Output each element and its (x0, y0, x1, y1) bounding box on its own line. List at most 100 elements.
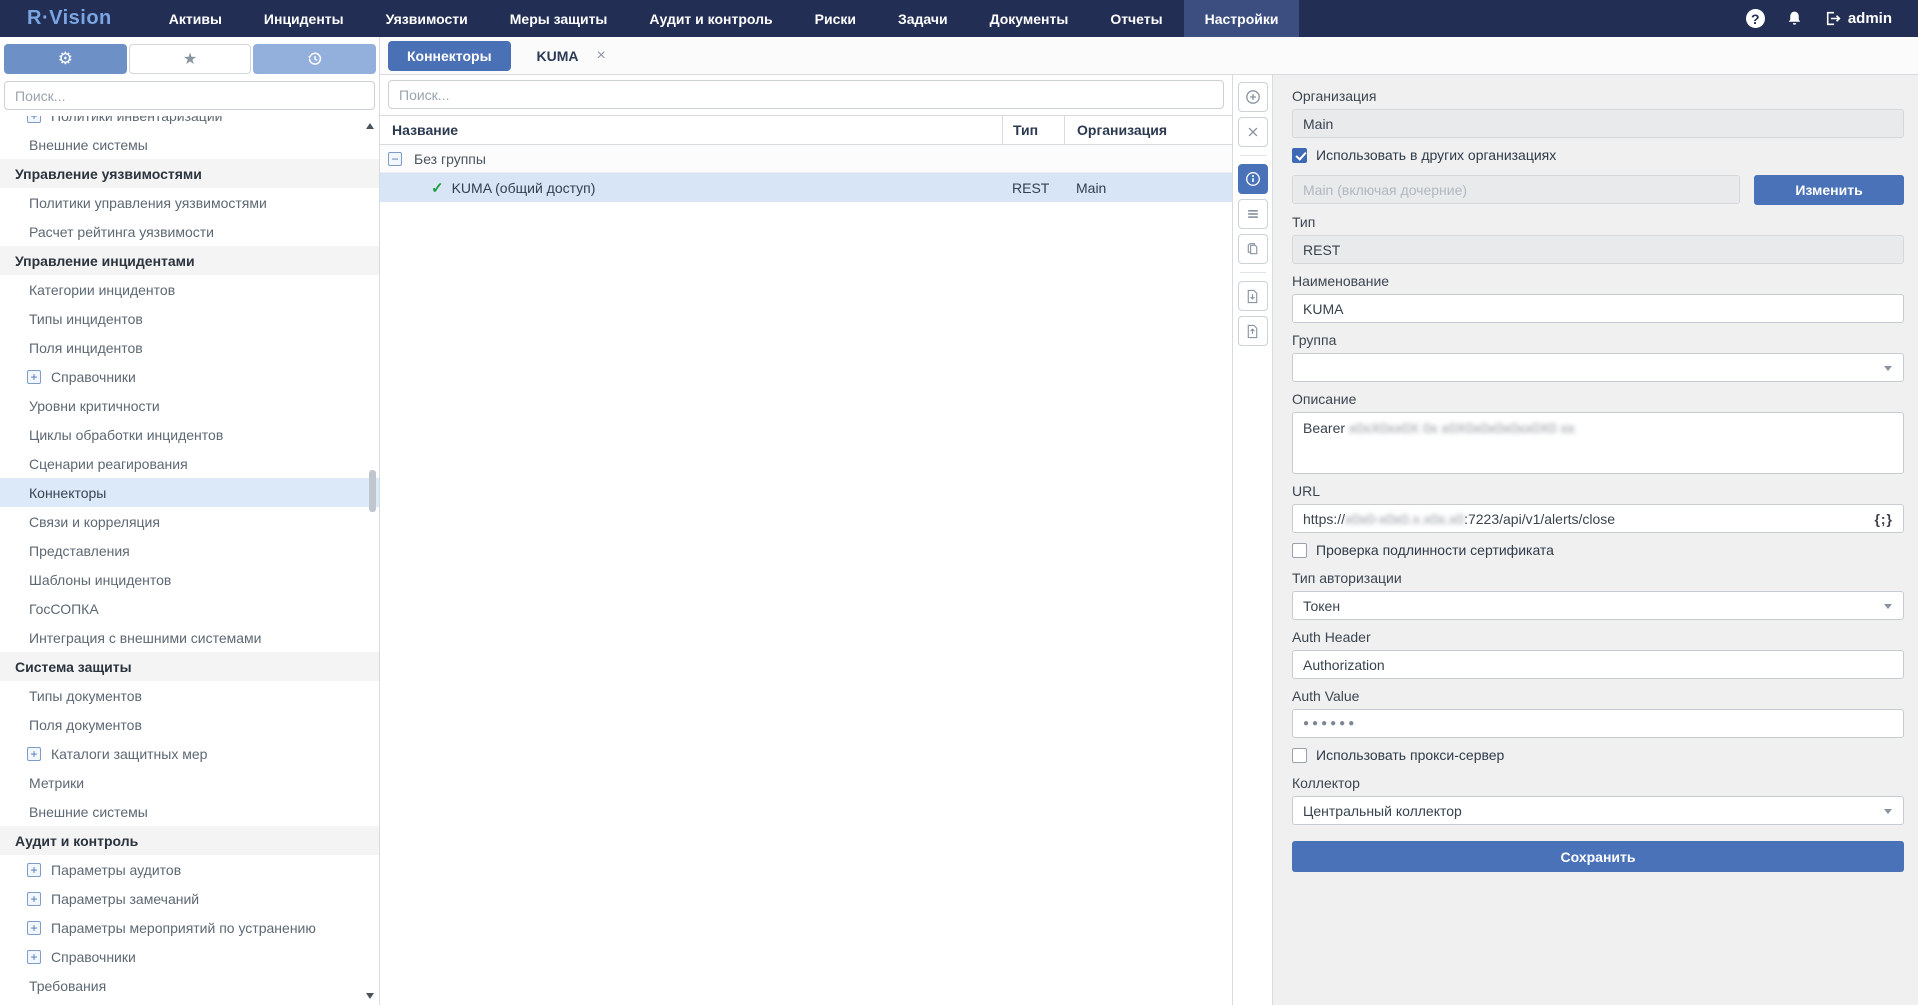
tree-item-label: Коннекторы (29, 485, 106, 501)
tree-item-label: Метрики (29, 775, 84, 791)
tab-history[interactable] (253, 44, 376, 74)
nav-tasks[interactable]: Задачи (877, 0, 969, 37)
expand-plus-icon[interactable] (27, 370, 41, 384)
scroll-down-arrow[interactable] (366, 993, 374, 999)
add-button[interactable] (1238, 82, 1268, 112)
nav-documents[interactable]: Документы (969, 0, 1090, 37)
expand-plus-icon[interactable] (27, 950, 41, 964)
sidebar-tree-item[interactable]: Расчет рейтинга уязвимости (0, 217, 379, 246)
top-nav-bar: R·Vision АктивыИнцидентыУязвимостиМеры з… (0, 0, 1918, 37)
import-button[interactable] (1238, 281, 1268, 311)
table-row-kuma[interactable]: ✓ KUMA (общий доступ) REST Main (380, 173, 1232, 202)
collapse-minus-icon[interactable]: − (388, 152, 402, 166)
checkbox-unchecked-icon[interactable] (1292, 543, 1307, 558)
sidebar-tree-item[interactable]: Представления (0, 536, 379, 565)
sidebar-tree-item[interactable]: Политики управления уязвимостями (0, 188, 379, 217)
sidebar-tree-item[interactable]: Поля документов (0, 710, 379, 739)
tree-item-label: Справочники (51, 369, 136, 385)
delete-button[interactable] (1238, 117, 1268, 147)
sidebar-tree-item[interactable]: Требования (0, 971, 379, 1000)
export-button[interactable] (1238, 316, 1268, 346)
copy-button[interactable] (1238, 234, 1268, 264)
expand-plus-icon[interactable] (27, 892, 41, 906)
sidebar-item-connectors[interactable]: Коннекторы (0, 478, 379, 507)
scroll-up-arrow[interactable] (366, 123, 374, 129)
proxy-checkbox[interactable]: Использовать прокси-сервер (1292, 747, 1904, 763)
sidebar-tree-item[interactable]: Внешние системы (0, 797, 379, 826)
sidebar-tree-item[interactable]: Типы документов (0, 681, 379, 710)
nav-settings[interactable]: Настройки (1184, 0, 1300, 37)
auth-type-select[interactable]: Токен (1292, 591, 1904, 620)
description-textarea[interactable]: Bearer x0xX0xx0X 0x x0X0x0x0x0xx0X0 xx (1292, 412, 1904, 474)
name-input[interactable] (1292, 294, 1904, 323)
expand-plus-icon[interactable] (27, 747, 41, 761)
connectors-search-input[interactable] (388, 80, 1224, 109)
sidebar-tree-item[interactable]: Справочники (0, 942, 379, 971)
tab-favorites[interactable]: ★ (129, 44, 252, 74)
nav-reports[interactable]: Отчеты (1089, 0, 1183, 37)
tab-settings-tree[interactable]: ⚙ (4, 44, 127, 74)
column-name[interactable]: Название (380, 116, 1002, 144)
sidebar-tree-item[interactable]: Параметры замечаний (0, 884, 379, 913)
sidebar-tree-item[interactable]: Связи и корреляция (0, 507, 379, 536)
user-menu[interactable]: admin (1824, 10, 1892, 27)
expand-plus-icon[interactable] (27, 863, 41, 877)
nav-protection-measures[interactable]: Меры защиты (489, 0, 629, 37)
close-tab-icon[interactable]: × (597, 47, 606, 65)
sidebar-tree-item[interactable]: ГосСОПКА (0, 594, 379, 623)
collector-select[interactable]: Центральный коллектор (1292, 796, 1904, 825)
nav-risks[interactable]: Риски (794, 0, 877, 37)
group-row-no-group[interactable]: − Без группы (380, 145, 1232, 173)
sidebar-tree-item[interactable]: Управление уязвимостями (0, 159, 379, 188)
nav-assets[interactable]: Активы (148, 0, 243, 37)
auth-value-input[interactable]: ●●●●●● (1292, 709, 1904, 738)
expand-plus-icon[interactable] (27, 116, 41, 123)
sidebar-tree-item[interactable]: Управление инцидентами (0, 246, 379, 275)
sidebar-tree-item[interactable]: Каталоги защитных мер (0, 739, 379, 768)
sidebar-tree-item[interactable]: Категории инцидентов (0, 275, 379, 304)
sidebar-tree-item[interactable]: Справочники (0, 362, 379, 391)
sidebar-tree-item[interactable]: Сценарии реагирования (0, 449, 379, 478)
nav-audit-control[interactable]: Аудит и контроль (628, 0, 793, 37)
checkbox-unchecked-icon[interactable] (1292, 748, 1307, 763)
cert-check-checkbox[interactable]: Проверка подлинности сертификата (1292, 542, 1904, 558)
share-orgs-checkbox[interactable]: Использовать в других организациях (1292, 147, 1904, 163)
save-button[interactable]: Сохранить (1292, 841, 1904, 872)
group-select[interactable] (1292, 353, 1904, 382)
auth-header-input[interactable] (1292, 650, 1904, 679)
help-icon[interactable]: ? (1746, 9, 1765, 28)
template-variables-icon[interactable]: {;} (1874, 511, 1893, 527)
sidebar-tree-item[interactable]: Уровни критичности (0, 391, 379, 420)
sidebar-tree-item[interactable]: Параметры мероприятий по устранению (0, 913, 379, 942)
sidebar-tree-item[interactable]: Поля инцидентов (0, 333, 379, 362)
nav-vulnerabilities[interactable]: Уязвимости (365, 0, 489, 37)
sidebar-view-tabs: ⚙ ★ (0, 37, 379, 74)
nav-incidents[interactable]: Инциденты (243, 0, 365, 37)
sidebar-tree-item[interactable]: Шаблоны инцидентов (0, 565, 379, 594)
sidebar-tree-item[interactable]: Аудит и контроль (0, 826, 379, 855)
gear-icon: ⚙ (58, 49, 73, 69)
sidebar-tree-item[interactable]: Система защиты (0, 652, 379, 681)
checkbox-checked-icon[interactable] (1292, 148, 1307, 163)
scrollbar-thumb[interactable] (369, 470, 376, 512)
column-type[interactable]: Тип (1002, 116, 1064, 144)
expand-plus-icon[interactable] (27, 921, 41, 935)
sidebar-tree-item[interactable]: Политики инвентаризации (0, 116, 379, 130)
sidebar-search-input[interactable] (4, 81, 375, 110)
tree-item-label: Параметры замечаний (51, 891, 199, 907)
star-icon: ★ (183, 49, 197, 69)
details-button[interactable] (1238, 199, 1268, 229)
sidebar-tree-item[interactable]: Метрики (0, 768, 379, 797)
url-input[interactable]: https://x0x0-x0x0.x.x0x.x0:7223/api/v1/a… (1292, 504, 1904, 533)
tab-kuma[interactable]: KUMA × (523, 47, 620, 65)
tab-connectors[interactable]: Коннекторы (388, 41, 511, 71)
sidebar-tree-item[interactable]: Циклы обработки инцидентов (0, 420, 379, 449)
sidebar-tree-item[interactable]: Типы инцидентов (0, 304, 379, 333)
change-button[interactable]: Изменить (1754, 175, 1904, 205)
sidebar-tree-item[interactable]: Интеграция с внешними системами (0, 623, 379, 652)
column-organization[interactable]: Организация (1064, 116, 1232, 144)
sidebar-tree-item[interactable]: Внешние системы (0, 130, 379, 159)
info-button[interactable] (1238, 164, 1268, 194)
sidebar-tree-item[interactable]: Параметры аудитов (0, 855, 379, 884)
notifications-bell-icon[interactable] (1786, 10, 1803, 27)
